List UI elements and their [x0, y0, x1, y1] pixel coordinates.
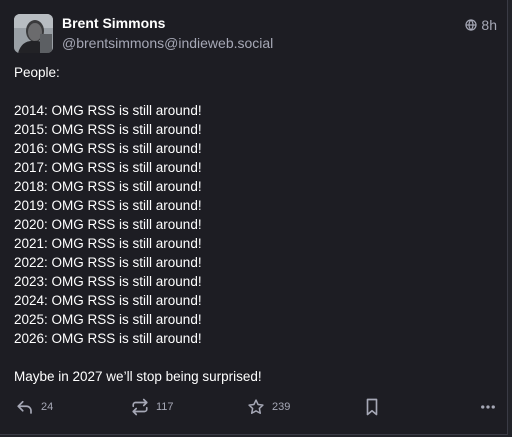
post-time[interactable]: 8h	[481, 17, 497, 33]
post-line: 2018: OMG RSS is still around!	[14, 179, 202, 194]
boost-button[interactable]: 117	[131, 398, 174, 416]
post-closing: Maybe in 2027 we’ll stop being surprised…	[14, 369, 262, 384]
post-line: 2023: OMG RSS is still around!	[14, 274, 202, 289]
star-icon	[247, 398, 265, 416]
bookmark-icon	[364, 398, 380, 416]
post-card: Brent Simmons @brentsimmons@indieweb.soc…	[0, 0, 508, 435]
bookmark-button[interactable]	[364, 398, 380, 416]
post-line: 2022: OMG RSS is still around!	[14, 255, 202, 270]
post-line: 2024: OMG RSS is still around!	[14, 293, 202, 308]
action-bar: 24 117 239	[0, 398, 508, 418]
post-intro: People:	[14, 65, 60, 80]
author-display-name[interactable]: Brent Simmons	[62, 15, 165, 31]
author-handle[interactable]: @brentsimmons@indieweb.social	[62, 35, 273, 51]
post-line: 2021: OMG RSS is still around!	[14, 236, 202, 251]
post-meta: 8h	[465, 17, 497, 33]
boost-icon	[131, 398, 149, 416]
boost-count: 117	[156, 401, 174, 413]
reply-button[interactable]: 24	[16, 398, 53, 416]
post-line: 2017: OMG RSS is still around!	[14, 160, 202, 175]
post-content: People: 2014: OMG RSS is still around! 2…	[14, 63, 494, 386]
more-icon	[479, 398, 497, 416]
post-line: 2026: OMG RSS is still around!	[14, 331, 202, 346]
post-line: 2014: OMG RSS is still around!	[14, 103, 202, 118]
post-line: 2016: OMG RSS is still around!	[14, 141, 202, 156]
favourite-button[interactable]: 239	[247, 398, 290, 416]
avatar[interactable]	[14, 14, 53, 53]
avatar-image	[14, 14, 53, 53]
globe-icon	[465, 19, 478, 31]
post-line: 2025: OMG RSS is still around!	[14, 312, 202, 327]
post-line: 2020: OMG RSS is still around!	[14, 217, 202, 232]
post-line: 2019: OMG RSS is still around!	[14, 198, 202, 213]
more-button[interactable]	[479, 398, 497, 416]
favourite-count: 239	[272, 401, 291, 413]
reply-icon	[16, 398, 34, 416]
post-line: 2015: OMG RSS is still around!	[14, 122, 202, 137]
reply-count: 24	[41, 401, 54, 413]
